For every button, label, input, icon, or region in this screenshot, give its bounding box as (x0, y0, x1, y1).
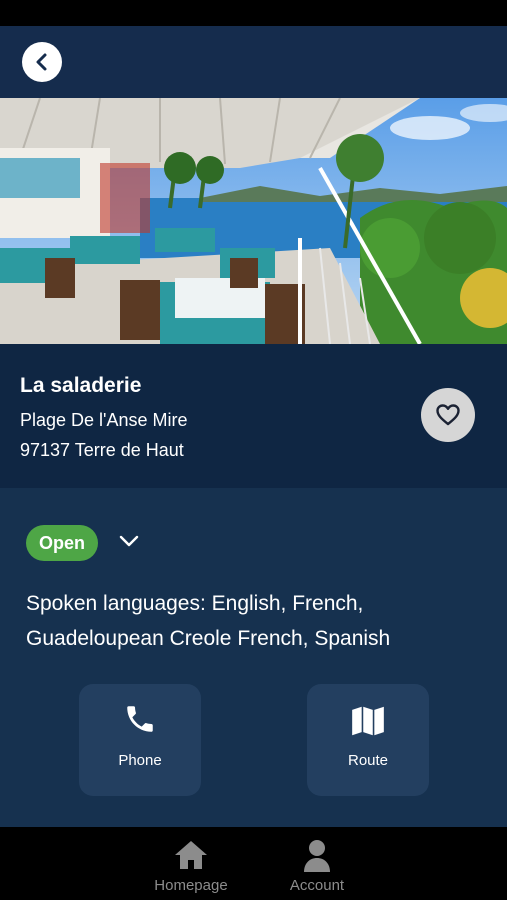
restaurant-info: La saladerie Plage De l'Anse Mire 97137 … (0, 344, 507, 488)
map-icon (352, 706, 384, 736)
tab-account-label: Account (289, 877, 345, 894)
status-bar (0, 0, 507, 26)
address-line-1: Plage De l'Anse Mire (20, 410, 188, 430)
details-panel: Open Spoken languages: English, French, … (0, 488, 507, 827)
tab-account[interactable]: Account (262, 839, 372, 894)
route-button[interactable]: Route (307, 684, 429, 796)
heart-outline-icon (436, 404, 460, 426)
tab-homepage-label: Homepage (154, 877, 228, 894)
tab-homepage[interactable]: Homepage (136, 839, 246, 894)
phone-icon (127, 706, 153, 732)
chevron-down-icon[interactable] (118, 534, 140, 548)
home-icon (175, 841, 207, 869)
status-badge: Open (26, 525, 99, 561)
top-bar (0, 26, 507, 98)
phone-label: Phone (118, 752, 162, 769)
back-button[interactable] (22, 42, 62, 82)
spoken-languages: Spoken languages: English, French, Guade… (26, 592, 391, 650)
phone-button[interactable]: Phone (79, 684, 201, 796)
address-line-2: 97137 Terre de Haut (20, 440, 184, 460)
tab-bar: Homepage Account (0, 827, 507, 900)
restaurant-name: La saladerie (20, 374, 142, 397)
user-icon (304, 840, 330, 872)
restaurant-photo (0, 98, 507, 344)
chevron-left-icon (36, 53, 47, 71)
route-label: Route (347, 752, 389, 769)
favorite-button[interactable] (421, 388, 475, 442)
